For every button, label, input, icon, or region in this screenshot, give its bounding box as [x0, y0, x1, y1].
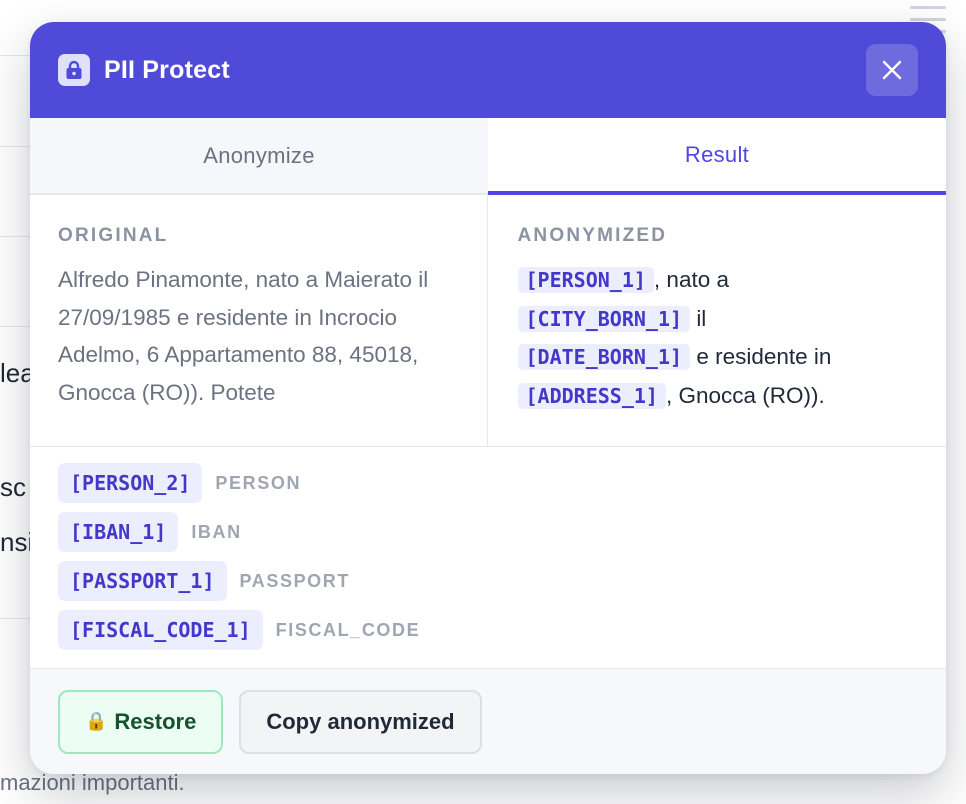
anonymized-label: ANONYMIZED — [517, 225, 668, 246]
list-item: [PERSON_2] PERSON — [58, 463, 918, 503]
dialog-title: PII Protect — [104, 55, 230, 84]
copy-label: Copy anonymized — [266, 708, 455, 734]
original-label: ORIGINAL — [58, 225, 169, 246]
original-text: Alfredo Pinamonte, nato a Maierato il 27… — [58, 267, 429, 405]
entity-token: [FISCAL_CODE_1] — [58, 610, 263, 650]
restore-label: Restore — [114, 708, 197, 734]
token-chip: [DATE_BORN_1] — [517, 344, 691, 370]
text-segment: e residente in — [696, 344, 832, 369]
token-chip: [PERSON_1] — [517, 267, 654, 293]
background-divider — [0, 618, 30, 619]
list-item: [IBAN_1] IBAN — [58, 512, 918, 552]
text-segment: , Gnocca (RO)). — [665, 382, 825, 408]
anonymized-pane[interactable]: ANONYMIZED [PERSON_1], nato a [CITY_BORN_… — [486, 195, 947, 446]
token-chip: [ADDRESS_1] — [517, 382, 666, 409]
entity-type: PASSPORT — [239, 570, 350, 591]
close-button[interactable] — [866, 44, 918, 96]
background-divider — [0, 55, 30, 56]
original-pane[interactable]: ORIGINAL Alfredo Pinamonte, nato a Maier… — [30, 195, 487, 446]
text-segment: il — [696, 305, 707, 331]
background-divider — [0, 236, 30, 237]
entity-list[interactable]: [PERSON_2] PERSON [IBAN_1] IBAN [PASSPOR… — [30, 447, 946, 668]
tab-anonymize[interactable]: Anonymize — [30, 118, 488, 193]
anonymized-text: [PERSON_1], nato a [CITY_BORN_1] il [DATE_… — [517, 261, 919, 415]
tab-bar: Anonymize Result — [30, 118, 946, 195]
lock-icon: 🔒 — [85, 711, 108, 731]
list-item: [PASSPORT_1] PASSPORT — [58, 561, 918, 601]
entity-type: PERSON — [215, 472, 302, 493]
lock-icon — [58, 54, 90, 86]
list-item: [FISCAL_CODE_1] FISCAL_CODE — [58, 610, 918, 650]
background-divider — [0, 146, 30, 147]
background-text-fragment: nsi — [0, 527, 34, 557]
text-segment: , nato a — [653, 267, 729, 292]
tab-result[interactable]: Result — [488, 118, 946, 195]
token-chip: [CITY_BORN_1] — [517, 305, 691, 332]
restore-button[interactable]: 🔒 Restore — [58, 689, 224, 754]
background-text-fragment: sc — [0, 472, 26, 502]
copy-anonymized-button[interactable]: Copy anonymized — [239, 689, 482, 754]
entity-type: FISCAL_CODE — [275, 619, 421, 640]
pii-protect-dialog: PII Protect Anonymize Result ORIGINAL Al… — [30, 22, 946, 774]
dialog-footer: 🔒 Restore Copy anonymized — [30, 668, 946, 774]
entity-token: [IBAN_1] — [58, 512, 179, 552]
close-icon — [882, 60, 902, 80]
background-divider — [0, 326, 30, 327]
entity-token: [PASSPORT_1] — [58, 561, 227, 601]
dialog-header: PII Protect — [30, 22, 946, 118]
entity-type: IBAN — [191, 521, 242, 542]
comparison-panes: ORIGINAL Alfredo Pinamonte, nato a Maier… — [30, 195, 946, 447]
entity-token: [PERSON_2] — [58, 463, 203, 503]
